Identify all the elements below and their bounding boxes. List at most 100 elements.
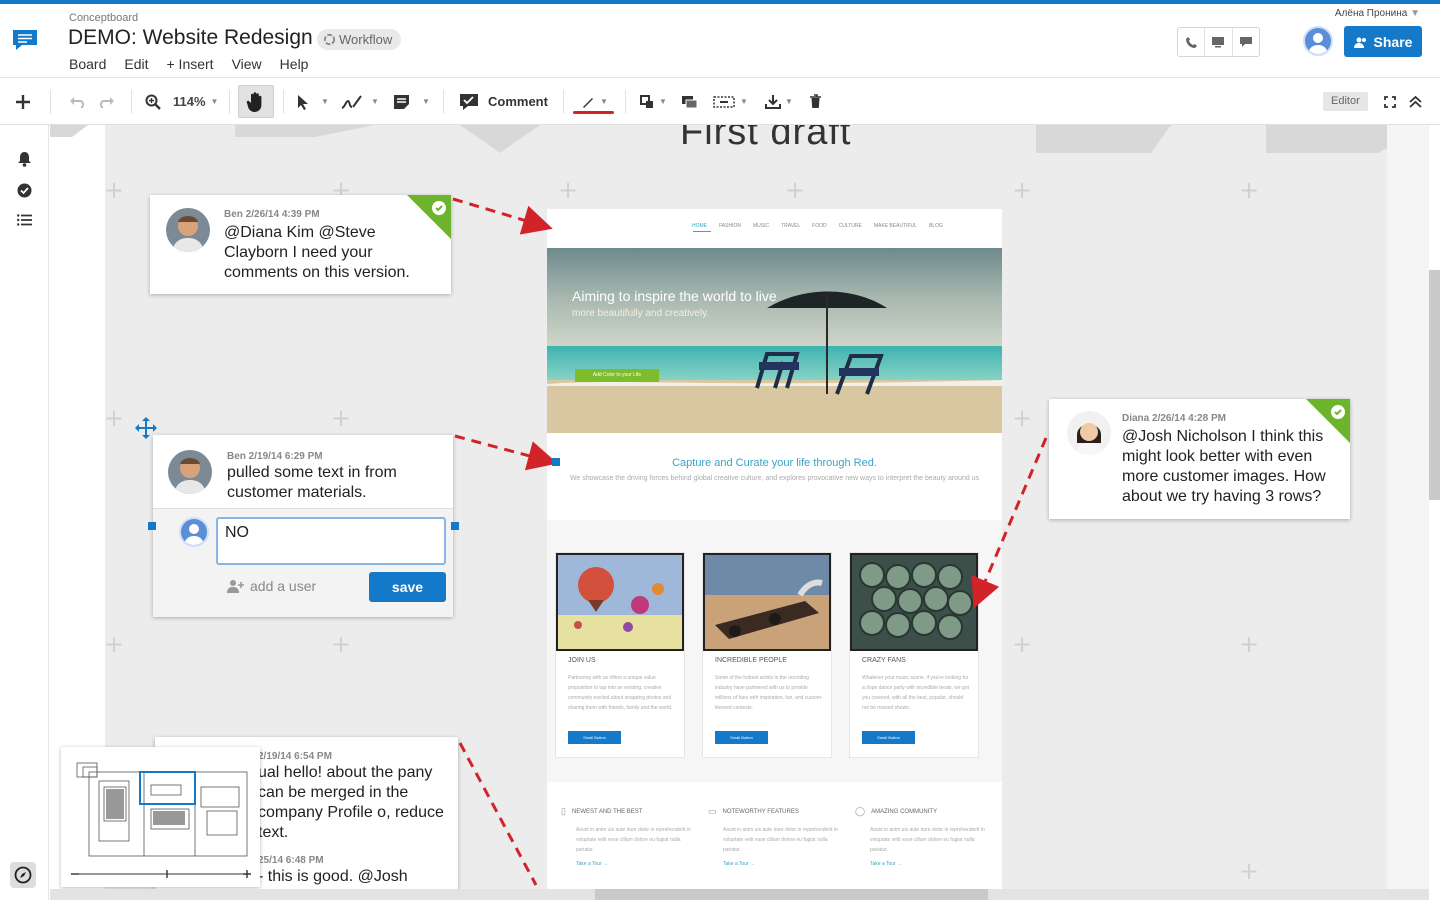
pen-icon	[341, 94, 362, 109]
check-icon[interactable]	[1331, 405, 1345, 419]
chevron-down-icon: ▼	[321, 97, 329, 106]
board-margin	[1387, 125, 1429, 900]
toolbar-divider	[229, 90, 230, 114]
sticky-note-button[interactable]: ▼	[393, 78, 430, 125]
sticky-note-icon	[394, 94, 409, 109]
transform-button[interactable]: ▼	[639, 78, 667, 125]
company-name: Conceptboard	[69, 12, 139, 24]
comment-card[interactable]: Diana 2/26/14 4:28 PM @Josh Nicholson I …	[1049, 399, 1350, 519]
undo-button[interactable]	[69, 78, 86, 125]
move-handle[interactable]	[134, 416, 158, 445]
chevron-down-icon: ▼	[740, 97, 748, 106]
comment-text: @Diana Kim @Steve Clayborn I need your c…	[224, 224, 410, 281]
workflow-label: Workflow	[339, 32, 393, 47]
link-button[interactable]: ▼	[713, 78, 748, 125]
workflow-button[interactable]: Workflow	[317, 29, 402, 50]
resize-handle[interactable]	[451, 522, 459, 530]
user-menu[interactable]: Алёна Пронина ▼	[1335, 8, 1420, 19]
menu-board[interactable]: Board	[69, 56, 106, 72]
undo-icon	[70, 96, 85, 108]
chat-button[interactable]	[1233, 28, 1259, 56]
collapse-header-button[interactable]	[1409, 78, 1422, 125]
comment-meta: Ben 2/26/14 4:39 PM	[224, 209, 320, 220]
add-user-button[interactable]: add a user	[227, 578, 316, 594]
comment-label: Comment	[488, 94, 548, 109]
chevron-down-icon: ▼	[210, 97, 219, 106]
comment-text: - this is good. @Josh	[258, 868, 408, 885]
tasks-button[interactable]	[15, 181, 33, 199]
board-canvas[interactable]: + + + + + + + + + + + + + + First draft …	[50, 125, 1440, 900]
mode-badge: Editor	[1323, 92, 1368, 111]
export-button[interactable]: ▼	[765, 78, 793, 125]
hand-icon	[246, 91, 262, 112]
comment-tool-button[interactable]: Comment	[459, 78, 548, 125]
outline-button[interactable]	[15, 211, 33, 229]
phone-icon	[1185, 36, 1197, 48]
toolbar-divider	[50, 90, 51, 114]
user-avatar-icon	[1308, 33, 1328, 54]
layers-button[interactable]	[681, 78, 698, 125]
vertical-scrollbar[interactable]	[1429, 270, 1440, 500]
comment-card[interactable]: Ben 2/26/14 4:39 PM @Diana Kim @Steve Cl…	[150, 195, 451, 294]
phone-button[interactable]	[1178, 28, 1206, 56]
chevron-down-icon: ▼	[371, 97, 379, 106]
app-logo-icon[interactable]	[11, 28, 39, 52]
menu-help[interactable]: Help	[280, 56, 309, 72]
chevron-down-icon: ▼	[659, 97, 667, 106]
connector-handle[interactable]	[552, 458, 560, 466]
pen-tool-button[interactable]: ▼	[341, 78, 379, 125]
fullscreen-button[interactable]	[1384, 78, 1396, 125]
layers-icon	[682, 95, 698, 108]
check-icon	[17, 183, 31, 197]
menu-edit[interactable]: Edit	[124, 56, 148, 72]
resize-handle[interactable]	[148, 522, 156, 530]
app-header: Conceptboard DEMO: Website Redesign Work…	[0, 4, 1440, 78]
toolbar: 114% ▼ ▼ ▼ ▼ Comment ▼ ▼ ▼ ▼ Editor	[0, 78, 1440, 125]
save-button[interactable]: save	[369, 572, 446, 602]
comment-meta: Diana 2/26/14 4:28 PM	[1122, 413, 1226, 424]
trash-icon	[810, 94, 821, 108]
toolbar-divider	[625, 90, 626, 114]
chat-icon	[1239, 37, 1252, 47]
communication-group	[1177, 27, 1260, 57]
chevron-down-icon: ▼	[600, 97, 608, 106]
navigator-button[interactable]	[10, 862, 36, 888]
zoom-control[interactable]: 114% ▼	[145, 78, 218, 125]
commenter-avatar	[168, 450, 212, 494]
fullscreen-icon	[1384, 95, 1396, 108]
pointer-icon	[298, 94, 308, 110]
share-button[interactable]: Share	[1344, 26, 1422, 57]
minimap[interactable]	[61, 747, 260, 887]
notifications-button[interactable]	[15, 150, 33, 168]
add-icon	[16, 94, 30, 109]
add-button[interactable]	[15, 78, 31, 125]
toolbar-divider	[563, 90, 564, 114]
reply-avatar	[179, 517, 209, 547]
menu-insert[interactable]: + Insert	[166, 56, 213, 72]
select-tool-button[interactable]: ▼	[297, 78, 329, 125]
board-title[interactable]: DEMO: Website Redesign	[68, 26, 313, 50]
comment-card-editing[interactable]: Ben 2/19/14 6:29 PM pulled some text in …	[153, 435, 453, 617]
compass-icon	[14, 866, 32, 884]
commenter-avatar	[166, 208, 210, 252]
check-icon[interactable]	[432, 201, 446, 215]
user-avatar-icon	[184, 524, 204, 545]
menu-view[interactable]: View	[232, 56, 262, 72]
comment-text: pulled some text in from customer materi…	[227, 464, 397, 501]
resolved-badge	[407, 195, 451, 239]
stroke-style-button[interactable]: ▼	[581, 78, 608, 125]
zoom-icon	[145, 94, 161, 110]
screen-share-button[interactable]	[1205, 28, 1233, 56]
reply-input[interactable]: NO	[216, 517, 446, 565]
main-menu: Board Edit + Insert View Help	[69, 56, 308, 72]
toolbar-divider	[443, 90, 444, 114]
horizontal-scrollbar[interactable]	[595, 889, 988, 900]
add-user-icon	[227, 580, 244, 593]
delete-button[interactable]	[809, 78, 822, 125]
avatar[interactable]	[1303, 26, 1333, 56]
zoom-level: 114%	[173, 94, 206, 109]
hand-tool-button[interactable]	[238, 85, 274, 118]
redo-button[interactable]	[98, 78, 115, 125]
chevron-down-icon: ▼	[1410, 8, 1420, 19]
comment-icon	[460, 93, 478, 110]
